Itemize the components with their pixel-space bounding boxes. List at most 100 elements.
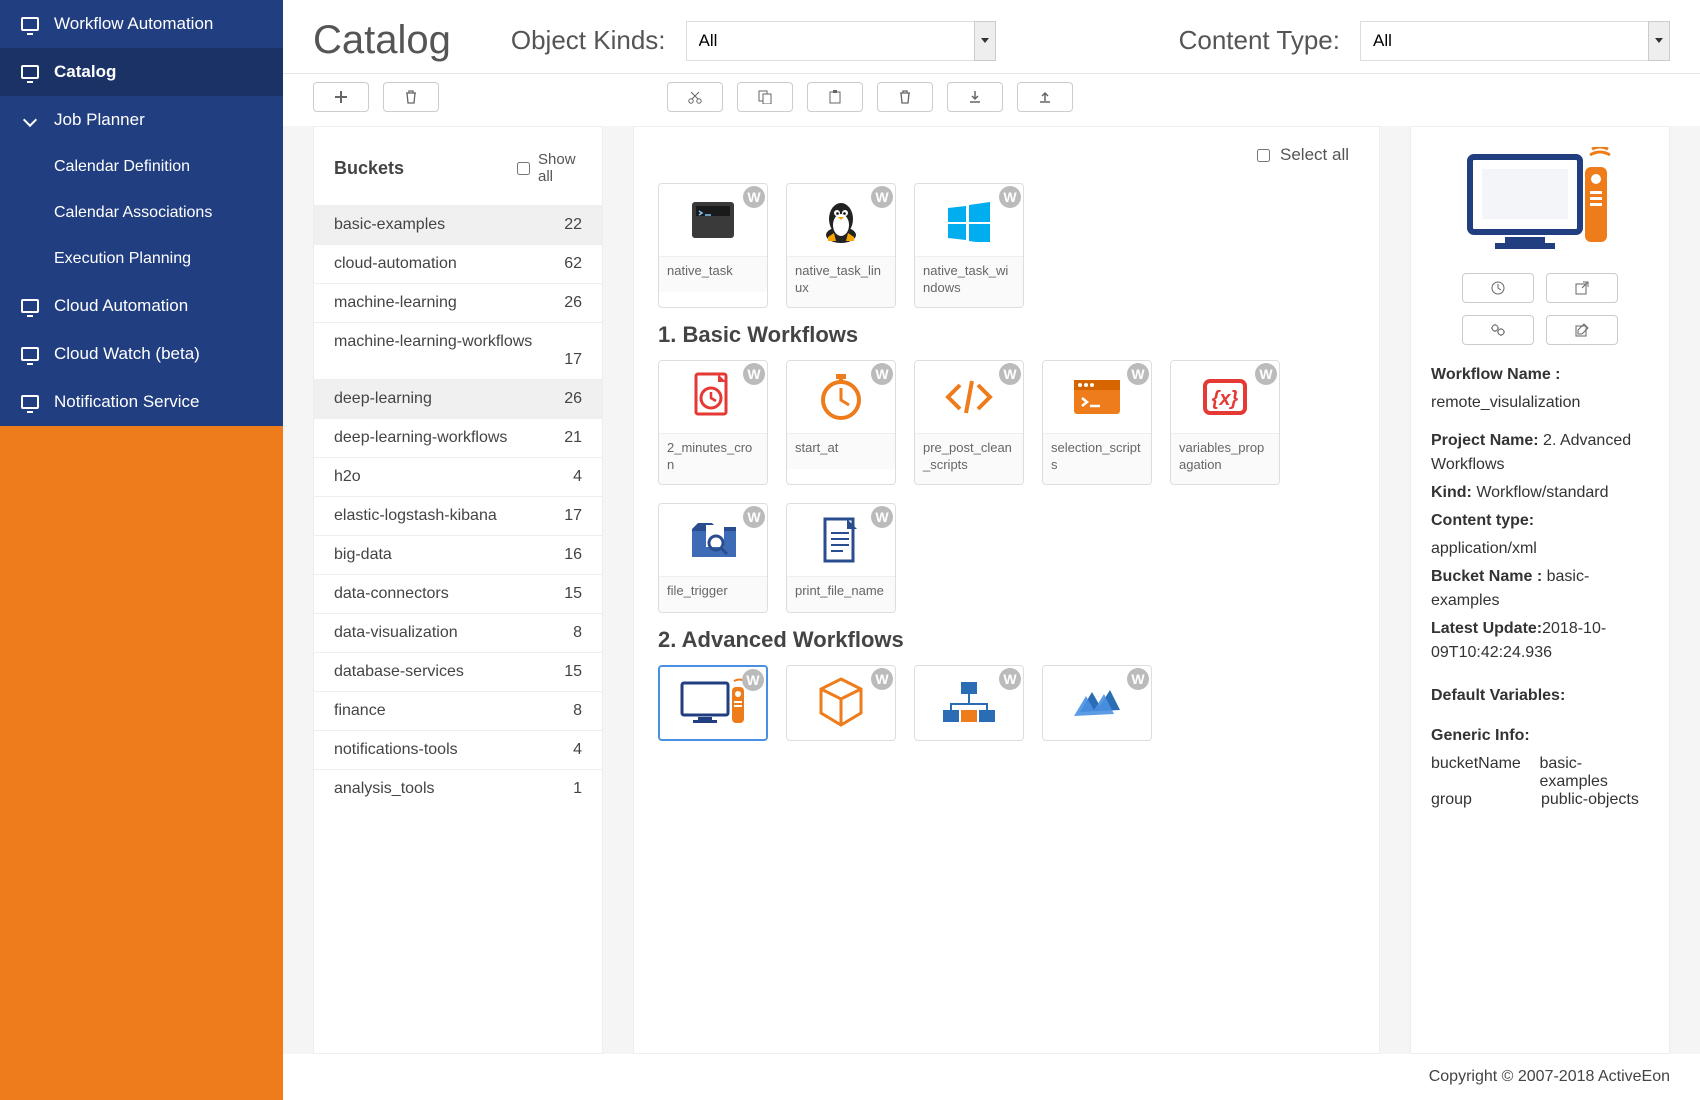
sidebar-item-cloud-automation[interactable]: Cloud Automation [0,282,283,330]
bucket-count: 4 [573,741,582,759]
sidebar-item-label: Workflow Automation [54,14,213,34]
workflow-card[interactable]: W2_minutes_cron [658,360,768,485]
bucket-item[interactable]: cloud-automation 62 [314,244,602,283]
object-kinds-select[interactable]: All [686,21,996,61]
workflow-badge-icon: W [1127,363,1149,385]
card-thumbnail: W [915,666,1023,738]
select-all-checkbox[interactable] [1257,149,1270,162]
content-type-detail-value: application/xml [1431,537,1649,561]
bucket-item[interactable]: database-services15 [314,652,602,691]
bucket-count: 17 [334,351,582,369]
download-button[interactable] [947,82,1003,112]
detail-edit-button[interactable] [1546,315,1618,345]
bucket-item[interactable]: analysis_tools 1 [314,769,602,808]
sidebar-item-cloud-watch-beta-[interactable]: Cloud Watch (beta) [0,330,283,378]
workflow-card[interactable]: Wnative_task_windows [914,183,1024,308]
bucket-item[interactable]: deep-learning-workflows21 [314,418,602,457]
bucket-name: notifications-tools [334,741,458,759]
svg-text:{x}: {x} [1212,388,1239,410]
monitor-icon [20,64,40,80]
bucket-item[interactable]: deep-learning26 [314,379,602,418]
monitor-icon [20,346,40,362]
bucket-name: cloud-automation [334,255,457,273]
paste-button[interactable] [807,82,863,112]
card-thumbnail: W [659,504,767,576]
select-all-label: Select all [1280,145,1349,165]
bucket-item[interactable]: data-visualization8 [314,613,602,652]
card-thumbnail: W [787,184,895,256]
card-thumbnail: W [1043,666,1151,738]
workflow-badge-icon: W [1127,668,1149,690]
bucket-item[interactable]: big-data16 [314,535,602,574]
buckets-title: Buckets [334,158,404,179]
workflow-card[interactable]: Wnative_task [658,183,768,308]
workflow-card[interactable]: Wstart_at [786,360,896,485]
bucket-item[interactable]: data-connectors15 [314,574,602,613]
upload-button[interactable] [1017,82,1073,112]
bucket-count: 22 [564,216,582,234]
workflow-card[interactable]: W [914,665,1024,741]
workflow-card[interactable]: Wnative_task_linux [786,183,896,308]
sidebar-item-workflow-automation[interactable]: Workflow Automation [0,0,283,48]
project-name-label: Project Name: [1431,432,1539,449]
cut-button[interactable] [667,82,723,112]
generic-info-value: public-objects [1541,791,1639,809]
detail-history-button[interactable] [1462,273,1534,303]
default-variables-label: Default Variables: [1431,687,1649,705]
sidebar-item-execution-planning[interactable]: Execution Planning [0,236,283,282]
card-thumbnail: W [787,504,895,576]
sidebar-item-notification-service[interactable]: Notification Service [0,378,283,426]
workflow-badge-icon: W [742,669,764,691]
content-type-select[interactable]: All [1360,21,1670,61]
detail-settings-button[interactable] [1462,315,1534,345]
bucket-item[interactable]: h2o4 [314,457,602,496]
delete-item-button[interactable] [877,82,933,112]
workflow-card[interactable]: Wpre_post_clean_scripts [914,360,1024,485]
copy-button[interactable] [737,82,793,112]
card-thumbnail: W [915,184,1023,256]
bucket-item[interactable]: machine-learning-workflows17 [314,322,602,379]
workflow-badge-icon: W [999,668,1021,690]
workflow-card[interactable]: W [1042,665,1152,741]
workflow-card[interactable]: W [786,665,896,741]
show-all-toggle[interactable]: Show all [517,151,582,185]
card-label: selection_scripts [1043,433,1151,484]
object-kinds-label: Object Kinds: [511,25,666,56]
bucket-name: elastic-logstash-kibana [334,507,497,525]
detail-open-button[interactable] [1546,273,1618,303]
bucket-item[interactable]: elastic-logstash-kibana17 [314,496,602,535]
workflow-card[interactable]: W [658,665,768,741]
workflow-badge-icon: W [743,186,765,208]
sidebar-item-calendar-associations[interactable]: Calendar Associations [0,190,283,236]
workflow-card[interactable]: {x}Wvariables_propagation [1170,360,1280,485]
workflow-badge-icon: W [743,506,765,528]
bucket-name: analysis_tools [334,780,435,798]
bucket-count: 62 [564,255,582,273]
workflow-card[interactable]: Wfile_trigger [658,503,768,613]
bucket-item[interactable]: finance8 [314,691,602,730]
card-thumbnail: {x}W [1171,361,1279,433]
card-label: variables_propagation [1171,433,1279,484]
bucket-item[interactable]: basic-examples 22 [314,205,602,244]
bucket-count: 26 [564,390,582,408]
bucket-item[interactable]: notifications-tools 4 [314,730,602,769]
latest-update-label: Latest Update: [1431,620,1542,637]
sidebar: Workflow AutomationCatalogJob PlannerCal… [0,0,283,1100]
bucket-name: machine-learning-workflows [334,333,532,351]
show-all-checkbox[interactable] [517,162,530,175]
bucket-count: 21 [564,429,582,447]
sidebar-item-label: Calendar Associations [54,204,212,222]
bucket-item[interactable]: machine-learning26 [314,283,602,322]
workflow-card[interactable]: Wselection_scripts [1042,360,1152,485]
bucket-count: 1 [573,780,582,798]
delete-bucket-button[interactable] [383,82,439,112]
sidebar-item-catalog[interactable]: Catalog [0,48,283,96]
sidebar-item-job-planner[interactable]: Job Planner [0,96,283,144]
workflow-card[interactable]: Wprint_file_name [786,503,896,613]
page-title: Catalog [313,18,451,63]
bucket-name: basic-examples [334,216,445,234]
generic-info-row: bucketNamebasic-examples [1431,755,1649,791]
top-filter-bar: Catalog Object Kinds: All Content Type: … [283,0,1700,74]
sidebar-item-calendar-definition[interactable]: Calendar Definition [0,144,283,190]
add-bucket-button[interactable] [313,82,369,112]
